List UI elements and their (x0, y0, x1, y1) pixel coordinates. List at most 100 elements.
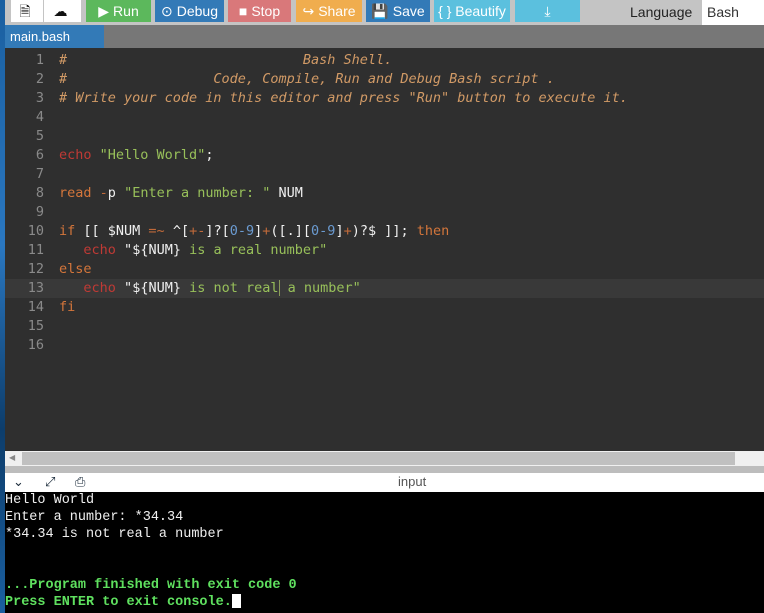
code-line[interactable]: 9 (5, 203, 764, 222)
play-icon: ▶ (98, 3, 110, 19)
code-token: ${NUM} (132, 242, 181, 258)
share-label: Share (318, 3, 356, 19)
code-token: fi (59, 299, 76, 315)
line-number: 13 (27, 280, 44, 296)
console-line: ...Program finished with exit code 0 (5, 577, 297, 594)
code-text: echo "${NUM} is a real number" (59, 241, 327, 260)
code-token: # Bash Shell. (59, 52, 393, 68)
console-text: Enter a number: *34.34 (5, 510, 184, 525)
code-token: echo (83, 242, 116, 258)
file-icon: 🗎 (19, 3, 31, 19)
console-line: Enter a number: *34.34 (5, 509, 183, 526)
code-token: # Code, Compile, Run and Debug Bash scri… (59, 71, 555, 87)
upload-button[interactable]: ☁ (44, 0, 81, 22)
file-tab-bar: main.bash (5, 25, 764, 48)
code-line[interactable]: 10 if [[ $NUM =~ ^[+-]?[0-9]+([.][0-9]+)?… (5, 222, 764, 241)
code-token: a number" (279, 280, 361, 296)
line-number: 1 (35, 52, 44, 68)
debug-label: Debug (176, 3, 218, 19)
code-line[interactable]: 6 echo "Hello World"; (5, 146, 764, 165)
console-line: *34.34 is not real a number (5, 526, 224, 543)
code-text: fi (59, 298, 75, 317)
scroll-left-icon[interactable]: ◀ (9, 453, 15, 462)
run-button[interactable]: ▶ Run (86, 0, 151, 22)
code-line[interactable]: 1 # Bash Shell. (5, 51, 764, 70)
tab-main-bash[interactable]: main.bash (5, 25, 104, 48)
line-number: 6 (35, 147, 44, 163)
code-text: echo "Hello World"; (59, 146, 213, 165)
code-token: # Write your code in this editor and pre… (59, 90, 628, 106)
code-token: "Hello World" (99, 147, 206, 163)
code-token: 0-9 (229, 223, 255, 239)
panel-resize-divider[interactable] (5, 466, 764, 473)
code-line[interactable]: 15 (5, 317, 764, 336)
chevron-down-icon[interactable]: ⌄ (13, 474, 24, 490)
code-token: " (124, 242, 133, 258)
code-token: else (59, 261, 92, 277)
code-token: ([.][ (270, 223, 312, 239)
code-editor[interactable]: 1 # Bash Shell. 2 # Code, Compile, Run and … (5, 48, 764, 451)
code-line[interactable]: 14 fi (5, 298, 764, 317)
code-line[interactable]: 2 # Code, Compile, Run and Debug Bash scr… (5, 70, 764, 89)
line-number: 2 (35, 71, 44, 87)
line-number: 5 (35, 128, 44, 144)
language-label: Language (630, 4, 693, 20)
code-text: # Write your code in this editor and pre… (59, 89, 628, 108)
code-token: =~ (148, 223, 165, 239)
code-token: echo (83, 280, 116, 296)
code-line[interactable]: 4 (5, 108, 764, 127)
stop-label: Stop (251, 3, 281, 19)
new-file-button[interactable]: 🗎 (11, 0, 43, 22)
line-number: 11 (27, 242, 44, 258)
code-token: if (59, 223, 76, 239)
beautify-button[interactable]: { } Beautify (434, 0, 510, 22)
code-line[interactable]: 12 else (5, 260, 764, 279)
code-token: " (124, 280, 133, 296)
code-line[interactable]: 5 (5, 127, 764, 146)
code-line[interactable]: 8 read -p "Enter a number: " NUM (5, 184, 764, 203)
debug-icon: ⊙ (161, 3, 173, 19)
code-token: 0-9 (311, 223, 336, 239)
code-line[interactable]: 3 # Write your code in this editor and pr… (5, 89, 764, 108)
code-token: - (99, 185, 108, 201)
console-line: Press ENTER to exit console. (5, 594, 241, 611)
language-select[interactable]: Bash (702, 0, 764, 25)
code-text: read -p "Enter a number: " NUM (59, 184, 303, 203)
console-text: Press ENTER to exit console. (5, 595, 232, 610)
code-line[interactable]: 11 echo "${NUM} is a real number" (5, 241, 764, 260)
expand-arrows-icon[interactable]: ⤢ (45, 474, 55, 490)
console-output[interactable]: Hello World Enter a number: *34.34 *34.34 … (5, 492, 764, 613)
code-text: echo "${NUM} is not real a number" (59, 279, 361, 298)
code-token: then (416, 223, 450, 239)
line-number: 4 (35, 109, 44, 125)
code-token: ] (335, 223, 344, 239)
code-token: is not real (180, 280, 279, 296)
line-number: 10 (27, 223, 44, 239)
code-token: +- (189, 223, 206, 239)
console-line: Hello World (5, 492, 94, 509)
save-label: Save (392, 3, 425, 19)
line-number: 14 (27, 299, 44, 315)
line-number: 9 (35, 204, 44, 220)
code-text: if [[ $NUM =~ ^[+-]?[0-9]+([.][0-9]+)?$ … (59, 222, 449, 241)
code-line[interactable]: 7 (5, 165, 764, 184)
code-token: echo (59, 147, 92, 163)
io-panel-title: input (398, 474, 427, 489)
scrollbar-thumb[interactable] (22, 452, 735, 465)
code-text: # Code, Compile, Run and Debug Bash scri… (59, 70, 555, 89)
debug-button[interactable]: ⊙ Debug (155, 0, 224, 22)
code-line[interactable]: 13 echo "${NUM} is not real a number" (5, 279, 764, 298)
editor-horizontal-scrollbar[interactable]: ◀ (5, 451, 764, 466)
save-button[interactable]: 💾 Save (366, 0, 430, 22)
code-line[interactable]: 16 (5, 336, 764, 355)
stop-button[interactable]: ■ Stop (228, 0, 291, 22)
console-text: Hello World (5, 493, 95, 508)
toolbar: 🗎 ☁ ▶ Run ⊙ Debug ■ Stop ↪ Share 💾 Save { } B… (5, 0, 764, 25)
share-button[interactable]: ↪ Share (296, 0, 362, 22)
download-button[interactable]: ⤓ (515, 0, 580, 22)
stdin-file-icon[interactable]: ⎙ (75, 474, 85, 490)
code-text: # Bash Shell. (59, 51, 392, 70)
